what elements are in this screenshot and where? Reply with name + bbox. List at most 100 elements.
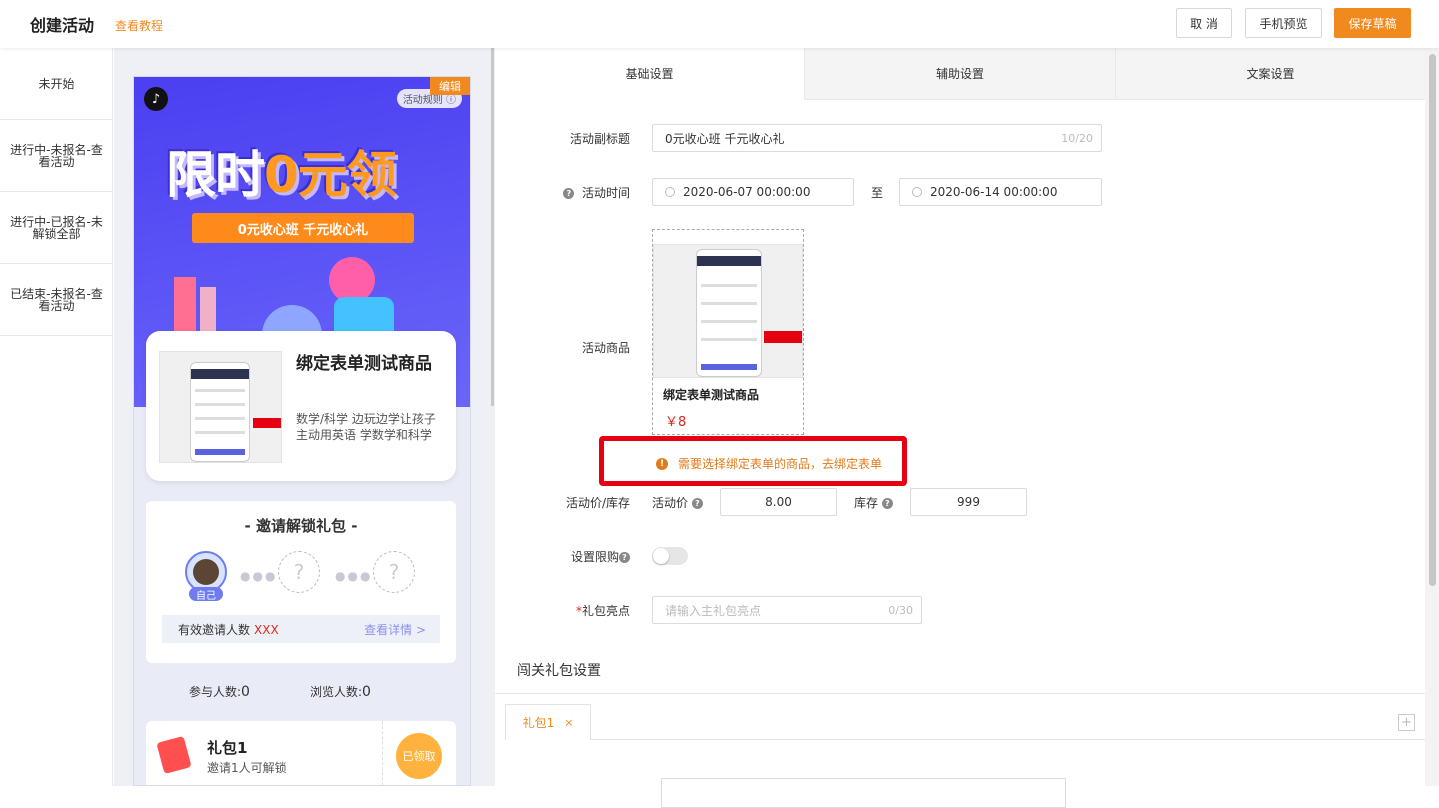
main-scrollbar-thumb[interactable] <box>1429 54 1436 586</box>
stock-input[interactable]: 999 <box>910 488 1027 516</box>
warning-text: 需要选择绑定表单的商品，去绑定表单 <box>678 457 883 471</box>
thumb-header <box>697 256 761 266</box>
end-time-input[interactable]: 2020-06-14 00:00:00 <box>899 178 1102 206</box>
views-value: 0 <box>362 684 371 700</box>
limit-label: 设置限购 <box>570 550 619 564</box>
pack-tab-label: 礼包1 <box>522 716 555 730</box>
invite-detail-link[interactable]: 查看详情 > <box>364 621 426 638</box>
price-stock-label: 活动价/库存 <box>565 496 630 510</box>
hero-title-part1: 限时 <box>166 146 265 204</box>
logo-icon: ♪ <box>144 87 168 111</box>
subtitle-label: 活动副标题 <box>569 132 630 146</box>
rules-label: 活动规则 <box>402 95 443 106</box>
goods-thumbnail <box>653 244 803 378</box>
tab-copy-settings[interactable]: 文案设置 <box>1116 48 1425 100</box>
time-separator: 至 <box>870 186 883 200</box>
settings-tabs: 基础设置 辅助设置 文案设置 <box>495 48 1425 100</box>
add-pack-button[interactable]: + <box>1398 714 1415 731</box>
gift-title: 礼包1 <box>207 739 248 757</box>
state-nav-label: 进行中-未报名-查看活动 <box>10 142 103 169</box>
tutorial-link[interactable]: 查看教程 <box>115 17 163 34</box>
help-icon[interactable]: ? <box>881 498 893 509</box>
state-nav-item[interactable]: 未开始 <box>0 48 113 120</box>
claimed-stamp: 已领取 <box>396 733 442 779</box>
dots-icon: ●●● <box>335 569 373 583</box>
state-nav-item[interactable]: 已结束-未报名-查看活动 <box>0 264 113 336</box>
tab-auxiliary-settings[interactable]: 辅助设置 <box>805 48 1116 100</box>
thumb-line <box>195 403 245 406</box>
gift-icon <box>156 735 192 775</box>
highlight-counter: 0/30 <box>888 603 913 617</box>
phone-preview: ♪ 活动规则 ⓘ 限时0元领 0元收心班 千元收心礼 编辑 绑定表单测试商品 数… <box>133 76 471 786</box>
product-card[interactable]: 绑定表单测试商品 数学/科学 边玩边学让孩子主动用英语 学数学和科学 <box>146 331 456 481</box>
clock-icon <box>912 187 922 197</box>
empty-slot-icon: ? <box>278 551 320 593</box>
price-input[interactable]: 8.00 <box>720 488 837 516</box>
time-label: 活动时间 <box>581 186 630 200</box>
state-nav-item[interactable]: 进行中-已报名-未解锁全部 <box>0 192 113 264</box>
thumb-red-label <box>253 418 281 428</box>
top-bar: 创建活动 查看教程 取 消 手机预览 保存草稿 <box>0 0 1439 48</box>
highlight-label: 礼包亮点 <box>581 604 630 618</box>
goods-price: ￥8 <box>665 415 687 430</box>
product-thumbnail <box>159 351 282 463</box>
help-icon[interactable]: ? <box>563 188 575 199</box>
end-time-value: 2020-06-14 00:00:00 <box>930 185 1058 199</box>
subtitle-value: 0元收心班 千元收心礼 <box>665 131 785 146</box>
cancel-button[interactable]: 取 消 <box>1176 8 1232 38</box>
page-title: 创建活动 <box>30 16 95 35</box>
section-divider <box>495 693 1425 694</box>
stock-label-wrap: 库存 ? <box>854 494 893 511</box>
phone-preview-area: ♪ 活动规则 ⓘ 限时0元领 0元收心班 千元收心礼 编辑 绑定表单测试商品 数… <box>114 48 490 786</box>
tab-basic-settings[interactable]: 基础设置 <box>495 48 805 100</box>
clock-icon <box>665 187 675 197</box>
thumb-line <box>195 389 245 392</box>
help-icon[interactable]: ? <box>691 498 703 509</box>
edit-tag[interactable]: 编辑 <box>430 77 470 95</box>
hero-title-part2: 0元领 <box>264 146 397 204</box>
hero-ribbon: 0元收心班 千元收心礼 <box>192 213 414 243</box>
invite-count-label: 有效邀请人数 <box>178 622 251 637</box>
product-thumbnail-phone <box>190 362 250 462</box>
thumb-header <box>191 369 249 379</box>
highlight-label-wrap: *礼包亮点 <box>535 602 630 619</box>
thumb-line <box>195 431 245 434</box>
views-label: 浏览人数: <box>310 685 363 699</box>
highlight-placeholder: 请输入主礼包亮点 <box>665 603 762 618</box>
invite-count-bar: 有效邀请人数 XXX 查看详情 > <box>162 615 440 643</box>
thumb-button <box>701 364 757 370</box>
dots-icon: ●●● <box>240 569 278 583</box>
pack-field-input[interactable] <box>661 778 1066 808</box>
gift-divider <box>382 721 383 785</box>
thumb-line <box>701 284 757 287</box>
close-icon[interactable]: × <box>564 716 573 729</box>
state-nav-item[interactable]: 进行中-未报名-查看活动 <box>0 120 113 192</box>
stock-label: 库存 <box>854 496 879 510</box>
save-draft-button[interactable]: 保存草稿 <box>1334 8 1411 38</box>
invite-count-value: XXX <box>254 622 279 637</box>
warning-message[interactable]: ! 需要选择绑定表单的商品，去绑定表单 <box>656 455 882 472</box>
participants-value: 0 <box>241 684 250 700</box>
pack-tab[interactable]: 礼包1 × <box>505 704 591 740</box>
thumb-line <box>701 320 757 323</box>
state-nav-label: 未开始 <box>38 76 75 91</box>
gift-subtitle: 邀请1人可解锁 <box>207 761 287 775</box>
preview-scrollbar[interactable] <box>491 48 494 406</box>
help-icon[interactable]: ? <box>619 552 630 563</box>
state-nav-label: 已结束-未报名-查看活动 <box>10 286 103 313</box>
self-badge: 自己 <box>189 587 223 602</box>
invite-title: - 邀请解锁礼包 - <box>244 517 358 535</box>
limit-toggle[interactable] <box>652 547 688 565</box>
goods-label: 活动商品 <box>581 341 630 355</box>
goods-card[interactable]: 绑定表单测试商品 ￥8 <box>652 229 804 435</box>
pack-tab-underline <box>591 739 1425 740</box>
subtitle-input[interactable]: 0元收心班 千元收心礼 10/20 <box>652 124 1102 152</box>
state-nav-label: 进行中-已报名-未解锁全部 <box>10 214 103 241</box>
empty-slot-icon: ? <box>373 551 415 593</box>
views-stat: 浏览人数:0 <box>310 683 371 700</box>
mobile-preview-button[interactable]: 手机预览 <box>1245 8 1322 38</box>
settings-panel: 基础设置 辅助设置 文案设置 活动副标题 0元收心班 千元收心礼 10/20 ?… <box>495 48 1425 808</box>
thumb-button <box>195 449 245 455</box>
start-time-input[interactable]: 2020-06-07 00:00:00 <box>652 178 854 206</box>
highlight-input[interactable]: 请输入主礼包亮点 0/30 <box>652 596 922 624</box>
